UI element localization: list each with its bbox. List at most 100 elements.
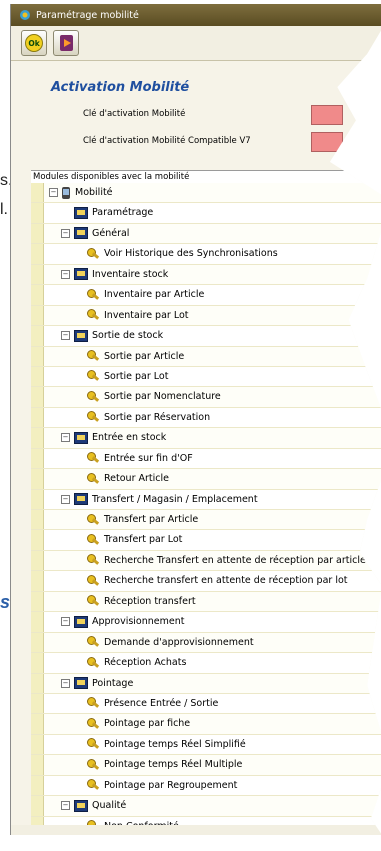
activation-key-field[interactable] <box>311 105 343 125</box>
folder-icon <box>74 799 88 812</box>
collapse-toggle-icon[interactable]: − <box>61 678 70 688</box>
title-bar: Paramétrage mobilité <box>11 4 381 26</box>
tree-row[interactable]: Transfert par Lot <box>31 530 381 551</box>
row-gutter <box>31 612 44 632</box>
tree-row[interactable]: − Inventaire stock <box>31 264 381 286</box>
tree-row[interactable]: − Mobilité <box>31 183 381 204</box>
folder-icon <box>74 677 88 689</box>
tree-row-label: Présence Entrée / Sortie <box>104 697 219 709</box>
tree-row[interactable]: Entrée sur fin d'OF <box>31 448 381 470</box>
tree-row-label: Réception transfert <box>104 595 196 607</box>
row-gutter <box>31 510 44 530</box>
row-gutter <box>31 387 44 407</box>
collapse-toggle-icon[interactable]: − <box>61 269 70 279</box>
collapse-toggle-icon[interactable]: − <box>61 433 70 443</box>
row-gutter <box>31 203 44 223</box>
tree-row[interactable]: Pointage temps Réel Simplifié <box>31 734 381 756</box>
tree-row[interactable]: Pointage par fiche <box>31 714 381 735</box>
key-icon <box>87 350 99 362</box>
tree-row-label: Inventaire par Lot <box>104 309 189 321</box>
tree-row[interactable]: Sortie par Réservation <box>31 407 381 429</box>
tree-row-label: Inventaire par Article <box>104 289 205 301</box>
tree-row[interactable]: Réception transfert <box>31 591 381 613</box>
tree-row[interactable]: Recherche transfert en attente de récept… <box>31 571 381 592</box>
tree-row[interactable]: Pointage temps Réel Multiple <box>31 755 381 776</box>
tree-row-label: Sortie par Réservation <box>104 411 211 423</box>
mobile-icon <box>62 186 70 199</box>
row-gutter <box>31 571 44 591</box>
key-icon <box>87 370 99 382</box>
key-icon <box>87 513 99 526</box>
activation-key-v7-field[interactable] <box>311 132 343 152</box>
tree-row[interactable]: Sortie par Article <box>31 346 381 367</box>
key-icon <box>87 309 99 321</box>
tree-row[interactable]: Retour Article <box>31 469 381 490</box>
tree-row-label: Entrée en stock <box>92 432 167 444</box>
settings-window: Paramétrage mobilité Ok Activation Mobil… <box>10 4 381 835</box>
collapse-toggle-icon[interactable]: − <box>61 494 70 504</box>
row-gutter <box>31 366 44 387</box>
row-gutter <box>31 591 44 612</box>
tree-row-label: Retour Article <box>104 473 169 485</box>
activation-title: Activation Mobilité <box>51 80 190 95</box>
tree-row[interactable]: Présence Entrée / Sortie <box>31 693 381 715</box>
folder-icon <box>74 227 88 240</box>
row-gutter <box>31 469 44 489</box>
ok-button[interactable]: Ok <box>21 30 47 56</box>
tree-row[interactable]: Réception Achats <box>31 653 381 674</box>
tree-row[interactable]: − Sortie de stock <box>31 326 381 347</box>
collapse-toggle-icon[interactable]: − <box>49 188 58 197</box>
tree-row-label: Paramétrage <box>92 207 154 219</box>
tree-row[interactable]: − Transfert / Magasin / Emplacement <box>31 489 381 510</box>
tree-row-label: Pointage temps Réel Simplifié <box>104 738 246 750</box>
tree-row[interactable]: − Entrée en stock <box>31 428 381 449</box>
tree-row-label: Pointage par fiche <box>104 718 191 730</box>
key-icon <box>87 697 99 709</box>
tree-row[interactable]: Inventaire par Article <box>31 285 381 306</box>
tree-row[interactable]: Demande d'approvisionnement <box>31 632 381 654</box>
tree-header: Modules disponibles avec la mobilité <box>31 171 381 183</box>
key-icon <box>87 390 99 403</box>
row-gutter <box>31 796 44 816</box>
tree-row-label: Qualité <box>92 800 127 812</box>
tree-row[interactable]: − Qualité <box>31 796 381 817</box>
row-gutter <box>31 530 44 550</box>
tree-row-label: Recherche transfert en attente de récept… <box>104 575 348 587</box>
folder-icon <box>74 206 88 219</box>
exit-button[interactable] <box>53 30 79 56</box>
tree-row[interactable]: − Général <box>31 223 381 245</box>
tree-row-label: Entrée sur fin d'OF <box>104 452 193 464</box>
row-gutter <box>31 653 44 673</box>
key-icon <box>87 288 99 301</box>
window-title: Paramétrage mobilité <box>36 9 139 21</box>
tree-row-label: Sortie par Lot <box>104 370 169 382</box>
activation-key-v7-label: Clé d'activation Mobilité Compatible V7 <box>83 136 251 146</box>
row-gutter <box>31 550 44 571</box>
row-gutter <box>31 734 44 755</box>
tree-row[interactable]: − Pointage <box>31 673 381 694</box>
activation-key-label: Clé d'activation Mobilité <box>83 109 186 119</box>
tree-row[interactable]: Transfert par Article <box>31 510 381 531</box>
key-icon <box>87 554 99 566</box>
key-icon <box>87 758 99 771</box>
key-icon <box>87 247 99 260</box>
tree-row[interactable]: Sortie par Nomenclature <box>31 387 381 408</box>
collapse-toggle-icon[interactable]: − <box>61 228 70 238</box>
tree-row[interactable]: Sortie par Lot <box>31 366 381 388</box>
ok-icon: Ok <box>25 34 43 52</box>
collapse-toggle-icon[interactable]: − <box>61 617 70 627</box>
key-icon <box>87 411 99 423</box>
tree-row[interactable]: Inventaire par Lot <box>31 305 381 327</box>
collapse-toggle-icon[interactable]: − <box>61 331 70 341</box>
tree-row[interactable]: Paramétrage <box>31 203 381 224</box>
tree-row[interactable]: Pointage par Regroupement <box>31 775 381 797</box>
tree-row-label: Réception Achats <box>104 657 187 669</box>
tree-row-label: Mobilité <box>75 187 113 198</box>
toolbar: Ok <box>11 26 381 61</box>
collapse-toggle-icon[interactable]: − <box>61 801 70 811</box>
key-icon <box>87 779 99 791</box>
tree-row[interactable]: − Approvisionnement <box>31 612 381 633</box>
tree-row[interactable]: Voir Historique des Synchronisations <box>31 244 381 265</box>
row-gutter <box>31 264 44 285</box>
tree-row[interactable]: Recherche Transfert en attente de récept… <box>31 550 381 572</box>
